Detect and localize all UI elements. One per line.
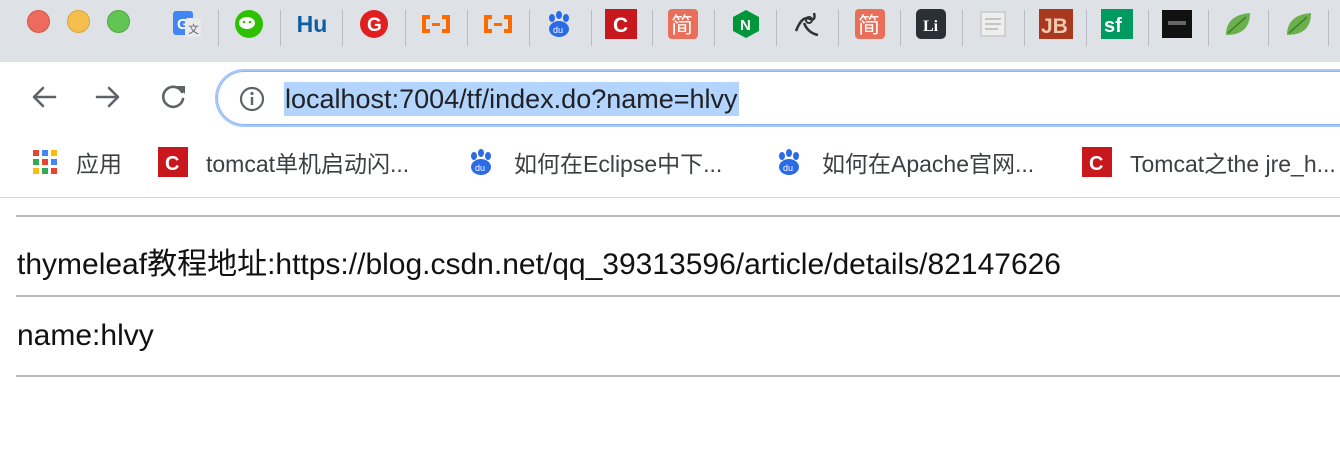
- svg-text:C: C: [165, 153, 179, 175]
- reload-button[interactable]: [155, 79, 191, 115]
- doc-icon[interactable]: [978, 9, 1008, 39]
- page-content: thymeleaf教程地址:https://blog.csdn.net/qq_3…: [0, 199, 1340, 458]
- bookmark-label: tomcat单机启动闪...: [206, 151, 410, 177]
- arrow-right-icon: [95, 86, 120, 108]
- svg-text:G: G: [367, 15, 382, 36]
- aliyun-icon-2[interactable]: [482, 9, 512, 39]
- baidu-icon[interactable]: du: [544, 9, 574, 39]
- bookmark-apache[interactable]: du 如何在Apache官网...: [774, 144, 1034, 180]
- arrow-left-icon: [32, 86, 57, 108]
- bookmark-label: 如何在Eclipse中下...: [514, 151, 723, 177]
- extension-divider: [1148, 10, 1149, 46]
- back-button[interactable]: [26, 79, 62, 115]
- reload-icon: [162, 85, 185, 109]
- forward-button[interactable]: [90, 79, 126, 115]
- extension-divider: [280, 10, 281, 46]
- csdn-icon[interactable]: C: [605, 9, 637, 39]
- horizontal-rule: [16, 295, 1340, 297]
- hu-icon[interactable]: Hu: [295, 9, 329, 39]
- bird-icon[interactable]: [792, 9, 822, 39]
- extension-divider: [652, 10, 653, 46]
- leaf-icon-2[interactable]: [1283, 9, 1313, 39]
- extension-divider: [1086, 10, 1087, 46]
- jianshu-icon-2[interactable]: 简: [855, 9, 885, 39]
- li-icon[interactable]: Li: [916, 9, 946, 39]
- extension-divider: [1024, 10, 1025, 46]
- bookmark-label: Tomcat之the jre_h...: [1130, 151, 1336, 177]
- extension-divider: [405, 10, 406, 46]
- svg-text:JB: JB: [1041, 15, 1068, 38]
- extension-divider: [900, 10, 901, 46]
- extension-divider: [591, 10, 592, 46]
- address-bar[interactable]: localhost:7004/tf/index.do?name=hlvy: [215, 69, 1340, 127]
- bookmark-label: 如何在Apache官网...: [822, 151, 1035, 177]
- horizontal-rule: [16, 215, 1340, 217]
- window-close-button[interactable]: [27, 10, 50, 33]
- aliyun-icon[interactable]: [420, 9, 450, 39]
- nginx-icon[interactable]: N: [731, 9, 761, 39]
- svg-text:C: C: [613, 14, 628, 37]
- svg-text:简: 简: [671, 14, 693, 39]
- leaf-icon[interactable]: [1222, 9, 1252, 39]
- svg-text:C: C: [1089, 153, 1103, 175]
- extension-divider: [838, 10, 839, 46]
- window-minimize-button[interactable]: [67, 10, 90, 33]
- svg-text:文: 文: [188, 22, 199, 36]
- jianshu-icon[interactable]: 简: [668, 9, 698, 39]
- url-text[interactable]: localhost:7004/tf/index.do?name=hlvy: [284, 82, 739, 116]
- bookmark-tomcat-flash[interactable]: C tomcat单机启动闪...: [158, 144, 409, 180]
- svg-text:du: du: [553, 25, 563, 35]
- svg-text:du: du: [783, 163, 793, 173]
- google-translate-icon[interactable]: G文: [172, 9, 202, 39]
- baidu-icon: du: [774, 147, 804, 177]
- apps-grid-icon: [30, 147, 60, 177]
- info-icon[interactable]: [239, 86, 265, 112]
- dark-app-icon[interactable]: [1162, 9, 1192, 39]
- horizontal-rule: [16, 375, 1340, 377]
- extension-divider: [714, 10, 715, 46]
- bookmark-tomcat-jre[interactable]: C Tomcat之the jre_h...: [1082, 144, 1336, 180]
- extension-divider: [467, 10, 468, 46]
- bookmarks-bar: 应用 C tomcat单机启动闪... du 如何在Eclipse中下... d…: [0, 134, 1340, 198]
- bookmark-label: 应用: [76, 151, 122, 177]
- extension-divider: [218, 10, 219, 46]
- extension-divider: [1208, 10, 1209, 46]
- csdn-icon: C: [158, 147, 188, 177]
- name-param-text: name:hlvy: [17, 319, 154, 352]
- tutorial-link-text: thymeleaf教程地址:https://blog.csdn.net/qq_3…: [17, 248, 1061, 281]
- jb-icon[interactable]: JB: [1039, 9, 1073, 39]
- baidu-icon: du: [466, 147, 496, 177]
- extension-divider: [962, 10, 963, 46]
- g-red-icon[interactable]: G: [359, 9, 389, 39]
- browser-title-bar: G文 Hu G du C 简 N 简 Li JB sf: [0, 0, 1340, 62]
- svg-text:简: 简: [858, 14, 880, 39]
- segmentfault-icon[interactable]: sf: [1101, 9, 1133, 39]
- extension-divider: [1268, 10, 1269, 46]
- svg-text:sf: sf: [1104, 15, 1122, 37]
- csdn-icon: C: [1082, 147, 1112, 177]
- extension-divider: [529, 10, 530, 46]
- browser-toolbar: localhost:7004/tf/index.do?name=hlvy: [0, 62, 1340, 134]
- extension-divider: [776, 10, 777, 46]
- bookmark-eclipse[interactable]: du 如何在Eclipse中下...: [466, 144, 722, 180]
- bookmark-apps[interactable]: 应用: [30, 144, 122, 180]
- svg-text:Li: Li: [923, 18, 939, 35]
- svg-text:du: du: [475, 163, 485, 173]
- svg-text:N: N: [740, 17, 751, 34]
- extension-divider: [342, 10, 343, 46]
- window-maximize-button[interactable]: [107, 10, 130, 33]
- wechat-icon[interactable]: [234, 9, 264, 39]
- extension-divider: [1328, 10, 1329, 46]
